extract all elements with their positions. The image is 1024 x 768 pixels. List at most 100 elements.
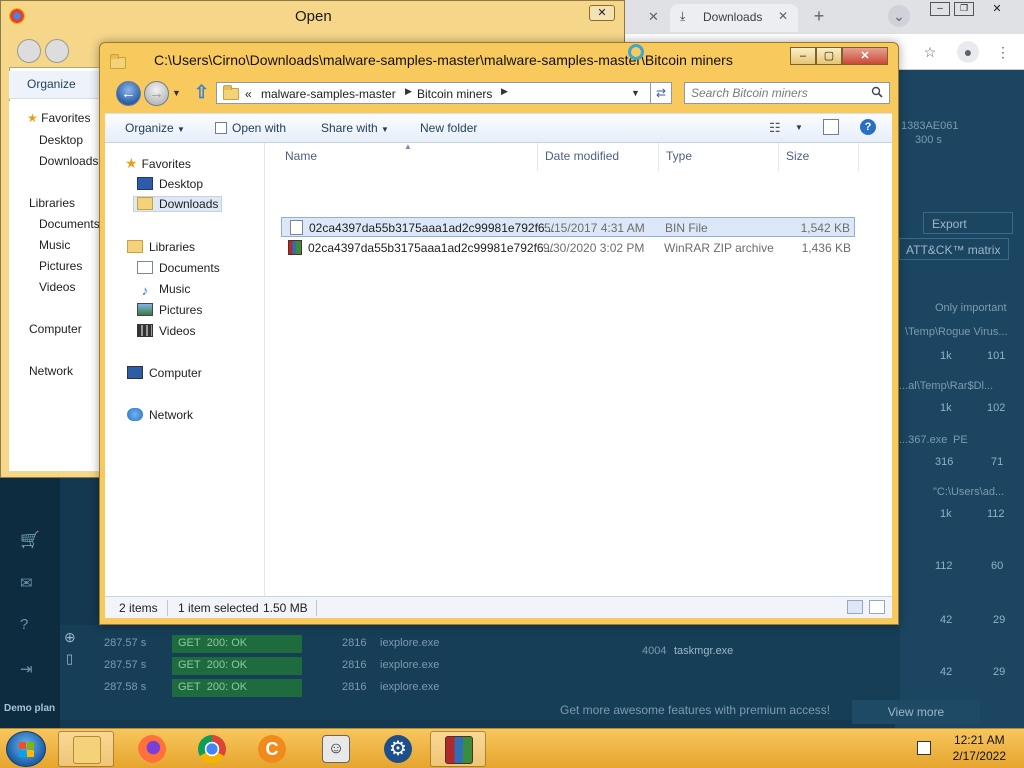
taskbar-chrome[interactable]	[184, 731, 240, 767]
profile-icon[interactable]: ●	[957, 41, 979, 63]
nav-documents[interactable]: Documents	[39, 217, 100, 231]
nav-pictures[interactable]: Pictures	[39, 259, 82, 273]
breadcrumb-item[interactable]: Bitcoin miners	[417, 87, 492, 101]
breadcrumb-chevron-icon[interactable]: ▶	[405, 86, 412, 97]
status-bar: 2 items 1 item selected 1.50 MB	[105, 596, 892, 618]
preview-pane-icon[interactable]	[823, 119, 839, 135]
nav-desktop[interactable]: Desktop	[39, 133, 83, 147]
taskbar-settings[interactable]: ⚙	[370, 731, 426, 767]
close-icon[interactable]: ✕	[589, 5, 615, 21]
explorer-window[interactable]: C:\Users\Cirno\Downloads\malware-samples…	[99, 42, 899, 625]
minimize-icon[interactable]: –	[930, 2, 950, 16]
taskbar-winrar[interactable]	[430, 731, 486, 767]
only-important-toggle[interactable]: Only important	[935, 302, 1007, 314]
maximize-icon[interactable]: ❐	[954, 2, 974, 16]
organize-menu[interactable]: Organize	[27, 77, 76, 91]
breadcrumb-item[interactable]: malware-samples-master	[261, 87, 396, 101]
taskbar-firefox[interactable]	[124, 731, 180, 767]
nav-computer[interactable]: Computer	[127, 366, 202, 380]
close-icon[interactable]: ✕	[842, 47, 888, 65]
nav-music[interactable]: ♪ Music	[137, 282, 191, 297]
chevron-down-icon[interactable]: ▼	[795, 123, 803, 132]
nav-downloads[interactable]: Downloads	[133, 196, 223, 212]
share-with-menu[interactable]: Share with ▼	[321, 121, 389, 135]
address-overflow[interactable]: «	[245, 87, 252, 101]
help-icon[interactable]: ?	[860, 119, 876, 135]
nav-libraries[interactable]: Libraries	[29, 196, 75, 210]
help-icon[interactable]: ?	[20, 616, 28, 633]
tab-close-icon[interactable]: ✕	[648, 9, 659, 25]
column-name[interactable]: Name	[285, 149, 317, 163]
nav-favorites[interactable]: ★ Favorites	[125, 155, 191, 172]
star-icon[interactable]: ☆	[919, 41, 941, 63]
details-view-icon[interactable]	[847, 600, 863, 614]
mail-icon[interactable]: ✉	[20, 574, 33, 592]
request-status[interactable]: GET 200: OK	[172, 657, 302, 675]
address-dropdown-icon[interactable]: ▼	[631, 88, 640, 98]
column-date-modified[interactable]: Date modified	[545, 149, 619, 163]
attck-matrix-button[interactable]: ATT&CK™ matrix	[899, 238, 1009, 260]
nav-documents[interactable]: Documents	[137, 261, 220, 275]
nav-pictures[interactable]: Pictures	[137, 303, 202, 317]
back-button[interactable]	[17, 39, 41, 63]
column-divider[interactable]	[778, 143, 779, 171]
forward-button[interactable]	[45, 39, 69, 63]
nav-favorites[interactable]: ★ Favorites	[27, 111, 90, 125]
videos-icon	[137, 324, 153, 337]
request-status[interactable]: GET 200: OK	[172, 635, 302, 653]
close-icon[interactable]: ✕	[984, 2, 1010, 16]
column-type[interactable]: Type	[666, 149, 692, 163]
file-row[interactable]: 02ca4397da55b3175aaa1ad2c99981e792f6... …	[281, 217, 855, 237]
tab-search-icon[interactable]: ⌄	[888, 5, 910, 27]
system-clock[interactable]: 12:21 AM 2/17/2022	[953, 732, 1006, 764]
organize-menu[interactable]: Organize ▼	[125, 121, 185, 135]
tab-close-icon[interactable]: ✕	[778, 9, 788, 23]
nav-network[interactable]: Network	[29, 364, 73, 378]
back-arrow-icon[interactable]: ←	[116, 81, 141, 106]
taskbar-ccleaner[interactable]: C	[244, 731, 300, 767]
taskbar-explorer[interactable]	[58, 731, 114, 767]
file-row[interactable]: 02ca4397da55b3175aaa1ad2c99981e792f6... …	[281, 238, 855, 258]
address-bar[interactable]: « malware-samples-master ▶ Bitcoin miner…	[216, 82, 660, 104]
taskbar-trollface[interactable]: ☺	[308, 731, 364, 767]
nav-music[interactable]: Music	[39, 238, 70, 252]
view-more-button[interactable]: View more	[852, 700, 980, 724]
browser-tab-partial[interactable]: ✕	[620, 4, 666, 32]
start-button[interactable]	[6, 731, 46, 767]
minimize-icon[interactable]: –	[790, 47, 816, 65]
nav-network[interactable]: Network	[127, 408, 193, 422]
nav-videos[interactable]: Videos	[39, 280, 75, 294]
new-folder-button[interactable]: New folder	[420, 121, 477, 135]
breadcrumb-chevron-icon[interactable]: ▶	[501, 86, 508, 97]
column-divider[interactable]	[537, 143, 538, 171]
command-line: "C:\Users\ad...	[933, 486, 1005, 498]
search-input[interactable]: Search Bitcoin miners	[684, 82, 890, 104]
logout-icon[interactable]: ⇥	[20, 660, 33, 678]
more-menu-icon[interactable]: ⋮	[992, 41, 1014, 63]
search-icon[interactable]	[871, 86, 883, 98]
forward-arrow-icon[interactable]: →	[144, 81, 169, 106]
export-button[interactable]: Export	[923, 212, 1013, 234]
change-view-icon[interactable]: ☷	[769, 120, 781, 136]
refresh-icon[interactable]: ⇄	[650, 82, 672, 104]
column-divider[interactable]	[658, 143, 659, 171]
open-with-button[interactable]: Open with	[215, 121, 286, 135]
nav-videos[interactable]: Videos	[137, 324, 195, 338]
nav-desktop[interactable]: Desktop	[137, 177, 203, 191]
recent-pages-chevron-icon[interactable]: ▼	[172, 88, 181, 98]
new-tab-button[interactable]: +	[808, 5, 830, 27]
nav-computer[interactable]: Computer	[29, 322, 82, 336]
nav-downloads[interactable]: Downloads	[39, 154, 98, 168]
browser-tab-downloads[interactable]: ⤓ Downloads ✕	[670, 4, 798, 32]
nav-libraries[interactable]: Libraries	[127, 240, 195, 254]
maximize-icon[interactable]: ▢	[816, 47, 842, 65]
up-arrow-icon[interactable]: ⇧	[194, 82, 209, 103]
clock-time: 12:21 AM	[953, 733, 1005, 747]
request-status[interactable]: GET 200: OK	[172, 679, 302, 697]
column-size[interactable]: Size	[786, 149, 809, 163]
large-icons-view-icon[interactable]	[869, 600, 885, 614]
column-divider[interactable]	[858, 143, 859, 171]
network-tray-icon[interactable]	[917, 741, 931, 755]
cart-icon[interactable]: 🛒	[20, 530, 40, 550]
status-divider	[316, 600, 317, 616]
